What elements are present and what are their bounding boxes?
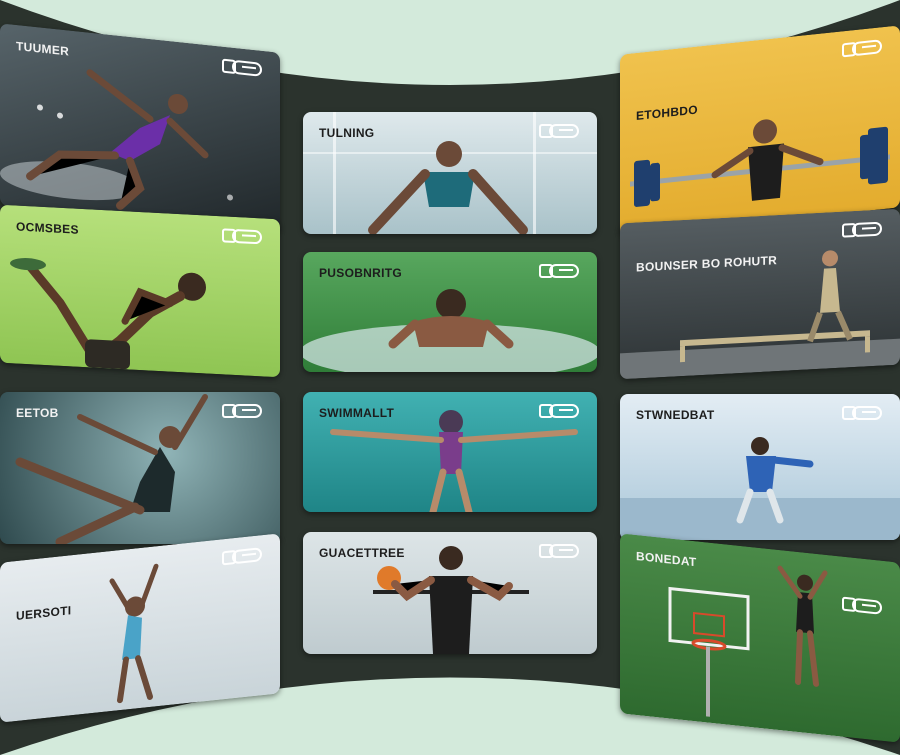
card-title: PUSOBNRITG — [319, 266, 403, 280]
card-title: SWIMMALLT — [319, 406, 395, 420]
card-title: TULNING — [319, 126, 375, 140]
toggle-icon[interactable] — [539, 124, 579, 138]
card-bonedat[interactable]: BONEDAT — [620, 533, 900, 743]
card-title: GUACETTREE — [319, 546, 405, 560]
card-uersoti[interactable]: UERSOTI — [0, 533, 280, 723]
card-swimmallt[interactable]: SWIMMALLT — [303, 392, 597, 512]
toggle-icon[interactable] — [539, 544, 579, 558]
card-eetob[interactable]: EETOB — [0, 392, 280, 544]
card-title: STWNEDBAT — [636, 408, 715, 422]
card-pusobnritg[interactable]: PUSOBNRITG — [303, 252, 597, 372]
card-etohbdo[interactable]: ETOHBDO — [620, 25, 900, 237]
card-ocmsbes[interactable]: OCMSBES — [0, 204, 280, 378]
card-title: EETOB — [16, 406, 59, 420]
toggle-icon[interactable] — [842, 221, 882, 238]
card-guacettree[interactable]: GUACETTREE — [303, 532, 597, 654]
toggle-icon[interactable] — [539, 264, 579, 278]
card-stwnedbat[interactable]: STWNEDBAT — [620, 394, 900, 540]
toggle-icon[interactable] — [222, 404, 262, 418]
weightlifter-photo — [630, 119, 890, 207]
card-tuumer[interactable]: TUUMER — [0, 23, 280, 235]
toggle-icon[interactable] — [842, 406, 882, 420]
toggle-icon[interactable] — [539, 404, 579, 418]
card-tulning[interactable]: TULNING — [303, 112, 597, 234]
card-bounser-bo-rohutr[interactable]: BOUNSER BO ROHUTR — [620, 208, 900, 380]
toggle-icon[interactable] — [222, 228, 262, 245]
